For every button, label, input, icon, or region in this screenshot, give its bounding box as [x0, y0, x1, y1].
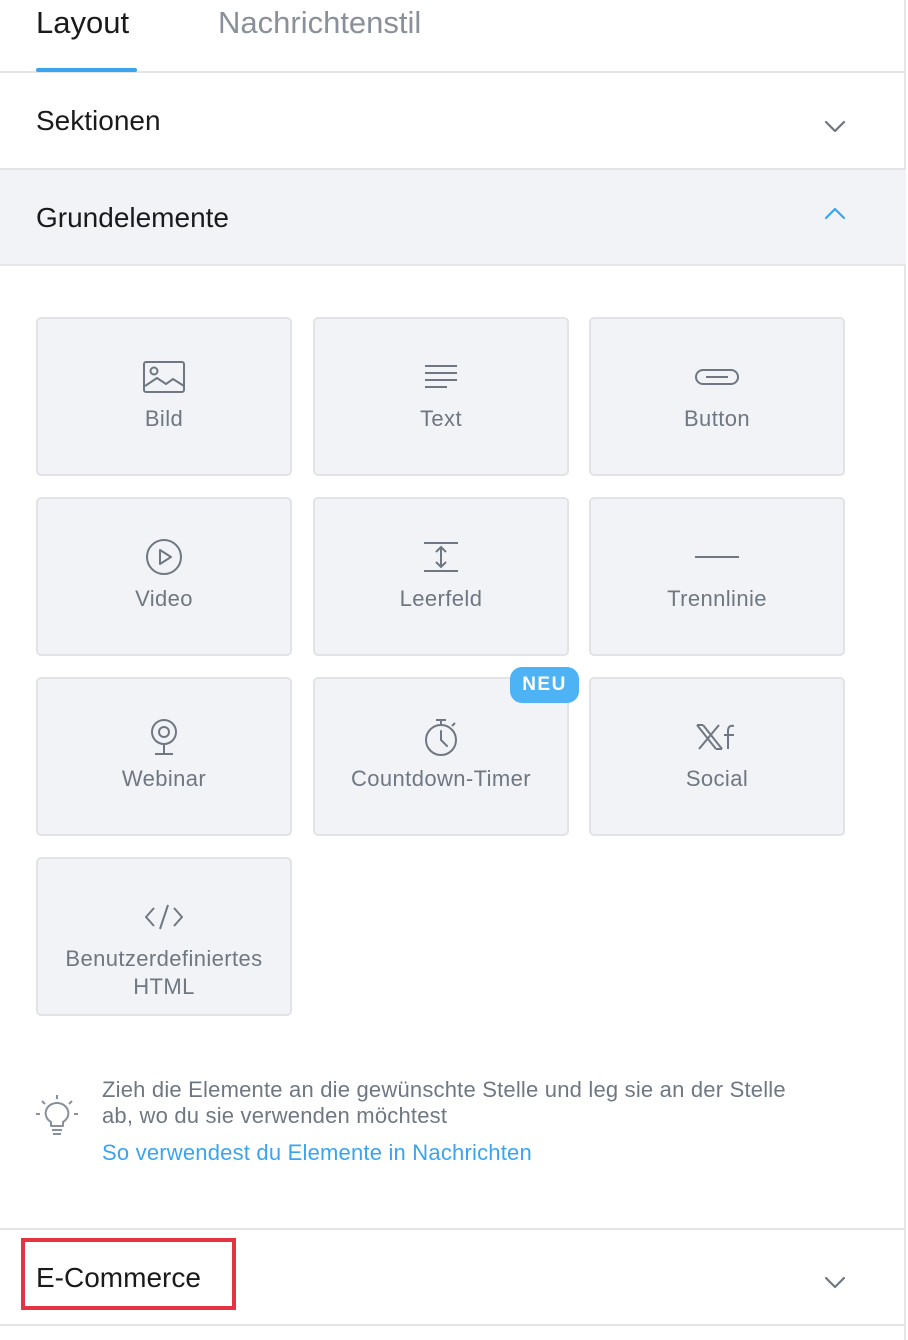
element-tile-custom-html[interactable]: Benutzerdefiniertes HTML — [36, 857, 292, 1016]
element-tile-video[interactable]: Video — [36, 497, 292, 656]
social-x-facebook-icon — [694, 717, 740, 757]
spacer-icon — [418, 537, 464, 577]
tab-bar: Layout Nachrichtenstil — [0, 0, 906, 73]
button-icon — [694, 357, 740, 397]
element-tile-trennlinie[interactable]: Trennlinie — [589, 497, 845, 656]
accordion-sektionen[interactable]: Sektionen — [0, 74, 906, 170]
element-tile-label: Bild — [144, 406, 184, 431]
accordion-title-sektionen: Sektionen — [36, 105, 161, 136]
active-tab-indicator — [36, 68, 137, 72]
element-tile-label: Webinar — [121, 766, 207, 791]
chevron-up-icon — [824, 207, 846, 220]
element-tile-webinar[interactable]: Webinar — [36, 677, 292, 836]
tab-layout[interactable]: Layout — [36, 4, 129, 42]
chevron-down-icon — [824, 120, 846, 133]
lightbulb-icon — [36, 1095, 78, 1135]
element-tile-label: Countdown-Timer — [350, 766, 532, 791]
play-circle-icon — [141, 537, 187, 577]
element-tile-label: Leerfeld — [399, 586, 483, 611]
accordion-title-ecommerce: E-Commerce — [36, 1262, 201, 1293]
element-tile-button[interactable]: Button — [589, 317, 845, 476]
element-tile-leerfeld[interactable]: Leerfeld — [313, 497, 569, 656]
divider-icon — [694, 537, 740, 577]
image-icon — [141, 357, 187, 397]
element-tile-label: Trennlinie — [667, 586, 767, 611]
text-lines-icon — [418, 357, 464, 397]
help-link[interactable]: So verwendest du Elemente in Nachrichten — [102, 1140, 532, 1166]
chevron-down-icon — [824, 1276, 846, 1289]
accordion-ecommerce[interactable]: E-Commerce — [0, 1228, 906, 1326]
stopwatch-icon — [418, 717, 464, 757]
editor-sidebar-panel: Layout Nachrichtenstil Sektionen Grundel… — [0, 0, 906, 1340]
element-tile-bild[interactable]: Bild — [36, 317, 292, 476]
element-tile-text[interactable]: Text — [313, 317, 569, 476]
element-tile-label: Social — [685, 766, 749, 791]
accordion-title-grundelemente: Grundelemente — [36, 202, 230, 233]
element-tile-label: Benutzerdefiniertes HTML — [65, 946, 263, 999]
code-icon — [141, 897, 187, 937]
element-tile-label: Video — [135, 586, 193, 611]
new-badge: NEU — [510, 667, 579, 703]
tab-nachrichtenstil[interactable]: Nachrichtenstil — [218, 4, 421, 42]
webcam-icon — [141, 717, 187, 757]
element-tile-label: Text — [420, 406, 462, 431]
accordion-grundelemente[interactable]: Grundelemente — [0, 170, 906, 266]
element-tile-social[interactable]: Social — [589, 677, 845, 836]
element-tile-label: Button — [683, 406, 750, 431]
hint-text: Zieh die Elemente an die gewünschte Stel… — [102, 1077, 786, 1128]
